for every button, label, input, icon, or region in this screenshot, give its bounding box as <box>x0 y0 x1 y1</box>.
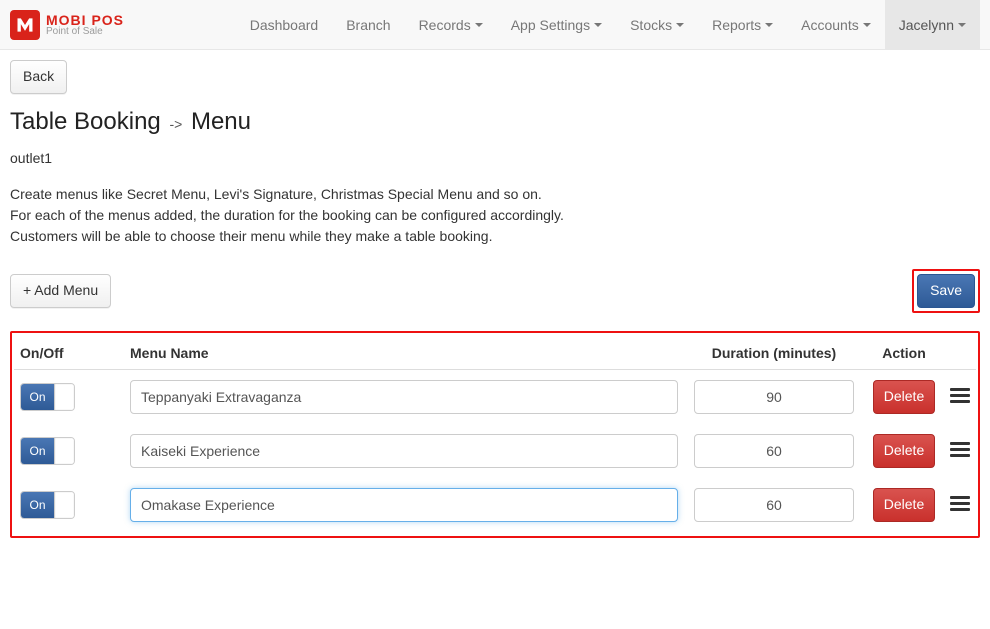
menu-name-input[interactable] <box>130 380 678 414</box>
nav-items: DashboardBranchRecords App Settings Stoc… <box>236 0 980 50</box>
nav-item-records[interactable]: Records <box>405 0 497 50</box>
breadcrumb-leaf: Menu <box>191 108 251 135</box>
nav-item-stocks[interactable]: Stocks <box>616 0 698 50</box>
toggle-knob <box>54 384 74 410</box>
col-name: Menu Name <box>124 337 684 370</box>
chevron-down-icon <box>594 23 602 27</box>
col-onoff: On/Off <box>14 337 124 370</box>
page-body: Back Table Booking -> Menu outlet1 Creat… <box>0 50 990 548</box>
description-line: Customers will be able to choose their m… <box>10 226 980 247</box>
nav-item-branch[interactable]: Branch <box>332 0 404 50</box>
nav-user-menu[interactable]: Jacelynn <box>885 0 980 50</box>
table-row: On Delete <box>14 478 976 532</box>
breadcrumb-root: Table Booking <box>10 108 161 135</box>
duration-input[interactable] <box>694 434 854 468</box>
table-row: On Delete <box>14 369 976 424</box>
drag-handle-icon[interactable] <box>950 385 970 406</box>
brand[interactable]: MOBI POS Point of Sale <box>10 10 124 40</box>
menu-table: On/Off Menu Name Duration (minutes) Acti… <box>14 337 976 532</box>
menu-name-input[interactable] <box>130 488 678 522</box>
menu-name-input[interactable] <box>130 434 678 468</box>
breadcrumb-separator: -> <box>169 116 182 132</box>
nav-item-app-settings[interactable]: App Settings <box>497 0 616 50</box>
onoff-toggle[interactable]: On <box>20 491 75 519</box>
description: Create menus like Secret Menu, Levi's Si… <box>10 184 980 247</box>
duration-input[interactable] <box>694 380 854 414</box>
drag-handle-icon[interactable] <box>950 493 970 514</box>
navbar: MOBI POS Point of Sale DashboardBranchRe… <box>0 0 990 50</box>
duration-input[interactable] <box>694 488 854 522</box>
delete-button[interactable]: Delete <box>873 380 935 414</box>
toolbar: + Add Menu Save <box>10 269 980 313</box>
table-header-row: On/Off Menu Name Duration (minutes) Acti… <box>14 337 976 370</box>
chevron-down-icon <box>475 23 483 27</box>
chevron-down-icon <box>958 23 966 27</box>
col-drag <box>944 337 976 370</box>
drag-handle-icon[interactable] <box>950 439 970 460</box>
col-duration: Duration (minutes) <box>684 337 864 370</box>
chevron-down-icon <box>765 23 773 27</box>
table-row: On Delete <box>14 424 976 478</box>
toggle-knob <box>54 438 74 464</box>
table-highlight: On/Off Menu Name Duration (minutes) Acti… <box>10 331 980 538</box>
add-menu-button[interactable]: + Add Menu <box>10 274 111 308</box>
delete-button[interactable]: Delete <box>873 434 935 468</box>
toggle-on-label: On <box>21 384 54 410</box>
toggle-knob <box>54 492 74 518</box>
brand-tagline: Point of Sale <box>46 27 124 37</box>
logo-icon <box>10 10 40 40</box>
nav-item-reports[interactable]: Reports <box>698 0 787 50</box>
chevron-down-icon <box>676 23 684 27</box>
save-button[interactable]: Save <box>917 274 975 308</box>
toggle-on-label: On <box>21 492 54 518</box>
brand-name: MOBI POS <box>46 13 124 27</box>
onoff-toggle[interactable]: On <box>20 437 75 465</box>
outlet-label: outlet1 <box>10 150 980 166</box>
col-action: Action <box>864 337 944 370</box>
toggle-on-label: On <box>21 438 54 464</box>
back-button[interactable]: Back <box>10 60 67 94</box>
nav-item-accounts[interactable]: Accounts <box>787 0 885 50</box>
page-title: Table Booking -> Menu <box>10 108 980 136</box>
onoff-toggle[interactable]: On <box>20 383 75 411</box>
nav-item-dashboard[interactable]: Dashboard <box>236 0 333 50</box>
delete-button[interactable]: Delete <box>873 488 935 522</box>
chevron-down-icon <box>863 23 871 27</box>
description-line: For each of the menus added, the duratio… <box>10 205 980 226</box>
description-line: Create menus like Secret Menu, Levi's Si… <box>10 184 980 205</box>
save-highlight: Save <box>912 269 980 313</box>
